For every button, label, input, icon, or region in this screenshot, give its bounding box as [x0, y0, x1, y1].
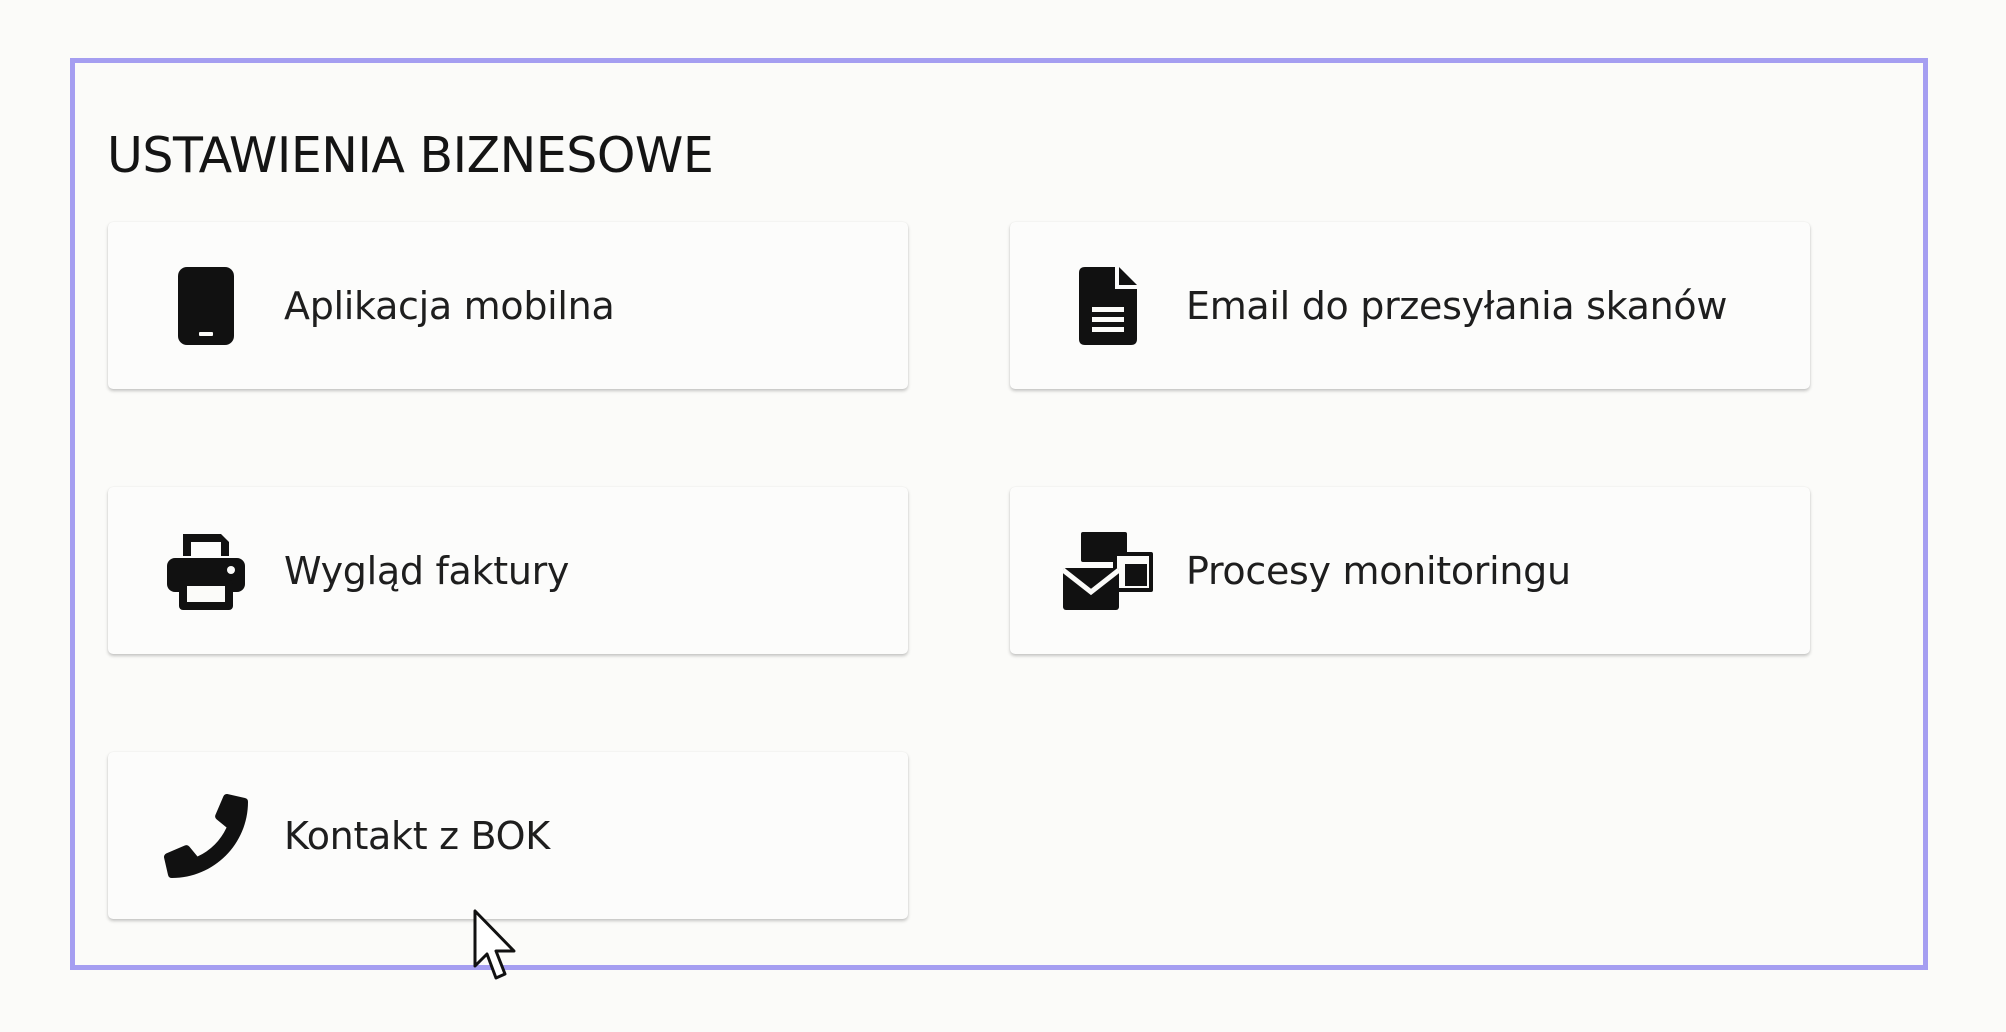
card-invoice-appearance[interactable]: Wygląd faktury [108, 487, 908, 654]
card-scan-email[interactable]: Email do przesyłania skanów [1010, 222, 1810, 389]
card-mobile-app[interactable]: Aplikacja mobilna [108, 222, 908, 389]
printer-icon [158, 523, 254, 619]
mobile-phone-icon [158, 258, 254, 354]
phone-icon [158, 788, 254, 884]
card-monitoring-processes[interactable]: Procesy monitoringu [1010, 487, 1810, 654]
document-icon [1060, 258, 1156, 354]
mail-bulk-icon [1060, 523, 1156, 619]
card-label: Aplikacja mobilna [284, 283, 615, 328]
card-label: Wygląd faktury [284, 548, 570, 593]
card-label: Email do przesyłania skanów [1186, 283, 1728, 328]
card-label: Kontakt z BOK [284, 813, 550, 858]
mouse-cursor-icon [473, 909, 516, 980]
card-label: Procesy monitoringu [1186, 548, 1571, 593]
card-customer-service-contact[interactable]: Kontakt z BOK [108, 752, 908, 919]
section-title: USTAWIENIA BIZNESOWE [107, 127, 714, 184]
